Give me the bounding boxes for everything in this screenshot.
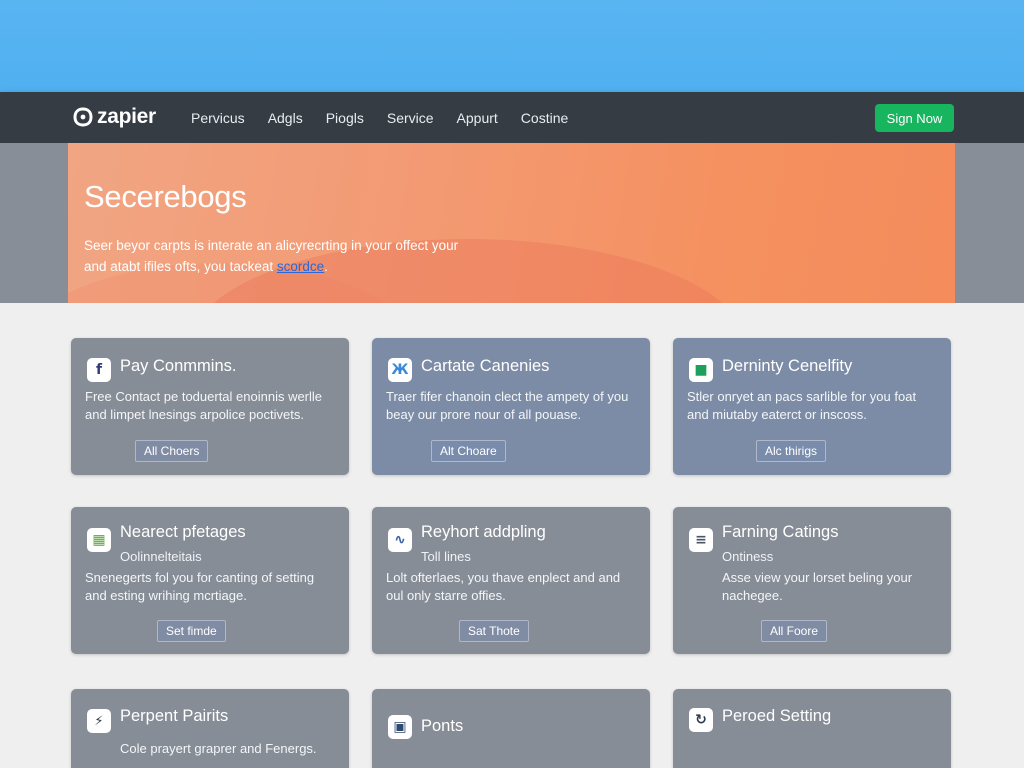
card-reyhort-addpling[interactable]: ∿ Reyhort addpling Toll lines Lolt ofter… bbox=[372, 507, 650, 654]
browser-top-band bbox=[0, 0, 1024, 92]
card-title: Reyhort addpling bbox=[421, 523, 546, 541]
card-title: Cartate Canenies bbox=[421, 357, 550, 375]
nav-link-6[interactable]: Costine bbox=[521, 110, 568, 126]
grid-icon: ▦ bbox=[87, 528, 111, 552]
nav-link-3[interactable]: Piogls bbox=[326, 110, 364, 126]
card-description: Cole prayert graprer and Fenergs. bbox=[120, 741, 317, 756]
wave-icon: ∿ bbox=[388, 528, 412, 552]
card-description: Asse view your lorset beling your nacheg… bbox=[722, 570, 913, 603]
hero-title: Secerebogs bbox=[84, 179, 247, 214]
card-button[interactable]: Alt Choare bbox=[431, 440, 506, 462]
card-description: Stler onryet an pacs sarlible for you fo… bbox=[687, 389, 917, 422]
hero-desc-line-1: Seer beyor carpts is interate an alicyre… bbox=[84, 238, 459, 253]
nav-link-2[interactable]: Adgls bbox=[268, 110, 303, 126]
card-title: Pay Conmmins. bbox=[120, 357, 237, 375]
logo-text: zapier bbox=[97, 105, 156, 128]
card-title: Perpent Pairits bbox=[120, 707, 229, 725]
hero-description: Seer beyor carpts is interate an alicyre… bbox=[84, 235, 504, 277]
green-square-icon: ■ bbox=[689, 358, 713, 382]
wave-icon-glyph: ∿ bbox=[394, 532, 406, 548]
hero-desc-line-2: and atabt ifiles ofts, you tackeat bbox=[84, 259, 274, 274]
card-button[interactable]: All Foore bbox=[761, 620, 828, 642]
card-title: Nearect pfetages bbox=[120, 523, 246, 541]
card-button[interactable]: Alc thirigs bbox=[756, 440, 827, 462]
bird-icon-glyph: Ж bbox=[391, 362, 409, 378]
user-icon: ▣ bbox=[388, 715, 412, 739]
navbar: zapier Pervicus Adgls Piogls Service App… bbox=[0, 92, 1024, 143]
card-title: Farning Catings bbox=[722, 523, 839, 541]
card-title: Derninty Cenelfity bbox=[722, 357, 853, 375]
zapier-logo[interactable]: zapier bbox=[72, 105, 156, 129]
nav-links: Pervicus Adgls Piogls Service Appurt Cos… bbox=[191, 92, 591, 143]
user-icon-glyph: ▣ bbox=[393, 719, 407, 735]
grid-icon-glyph: ▦ bbox=[92, 532, 106, 548]
card-nearect-pfetages[interactable]: ▦ Nearect pfetages Oolinnelteitais Snene… bbox=[71, 507, 349, 654]
bolt-icon-glyph: ⚡ bbox=[94, 713, 104, 729]
card-description: Lolt ofterlaes, you thave enplect and an… bbox=[386, 570, 621, 603]
zapier-logo-icon bbox=[73, 107, 93, 127]
card-description: Snenegerts fol you for canting of settin… bbox=[85, 570, 315, 603]
card-subtitle: Toll lines bbox=[421, 549, 471, 564]
nav-link-5[interactable]: Appurt bbox=[457, 110, 498, 126]
green-square-icon-glyph: ■ bbox=[694, 362, 708, 378]
card-title: Peroed Setting bbox=[722, 707, 832, 725]
card-button[interactable]: Set fimde bbox=[157, 620, 226, 642]
card-description: Traer fifer chanoin clect the ampety of … bbox=[386, 389, 629, 422]
hero-right-margin bbox=[955, 143, 1024, 303]
card-peroed-setting[interactable]: ↻ Peroed Setting bbox=[673, 689, 951, 768]
facebook-icon-glyph: f bbox=[95, 362, 103, 378]
card-perpent-pairits[interactable]: ⚡ Perpent Pairits Cole prayert graprer a… bbox=[71, 689, 349, 768]
refresh-icon-glyph: ↻ bbox=[695, 712, 707, 728]
nav-link-1[interactable]: Pervicus bbox=[191, 110, 245, 126]
refresh-icon: ↻ bbox=[689, 708, 713, 732]
nav-link-4[interactable]: Service bbox=[387, 110, 434, 126]
card-button[interactable]: All Choers bbox=[135, 440, 209, 462]
hero-left-margin bbox=[0, 143, 68, 303]
card-button[interactable]: Sat Thote bbox=[459, 620, 529, 642]
hero-banner: Secerebogs Seer beyor carpts is interate… bbox=[68, 143, 955, 303]
list-icon: ≡ bbox=[689, 528, 713, 552]
card-pay-commins[interactable]: f Pay Conmmins. Free Contact pe toduerta… bbox=[71, 338, 349, 475]
bolt-icon: ⚡ bbox=[87, 709, 111, 733]
card-subtitle: Oolinnelteitais bbox=[120, 549, 202, 564]
card-derninty-cenelfity[interactable]: ■ Derninty Cenelfity Stler onryet an pac… bbox=[673, 338, 951, 475]
facebook-icon: f bbox=[87, 358, 111, 382]
card-subtitle: Ontiness bbox=[722, 549, 774, 564]
card-cartate-canenies[interactable]: Ж Cartate Canenies Traer fifer chanoin c… bbox=[372, 338, 650, 475]
bird-icon: Ж bbox=[388, 358, 412, 382]
card-ponts[interactable]: ▣ Ponts bbox=[372, 689, 650, 768]
sign-now-button[interactable]: Sign Now bbox=[875, 104, 954, 132]
list-icon-glyph: ≡ bbox=[695, 532, 707, 548]
card-farning-catings[interactable]: ≡ Farning Catings Ontiness Asse view you… bbox=[673, 507, 951, 654]
hero-desc-end: . bbox=[324, 259, 328, 274]
card-description: Free Contact pe toduertal enoinnis werll… bbox=[85, 389, 323, 422]
card-title: Ponts bbox=[421, 717, 464, 735]
hero-link[interactable]: scordce bbox=[277, 259, 324, 274]
